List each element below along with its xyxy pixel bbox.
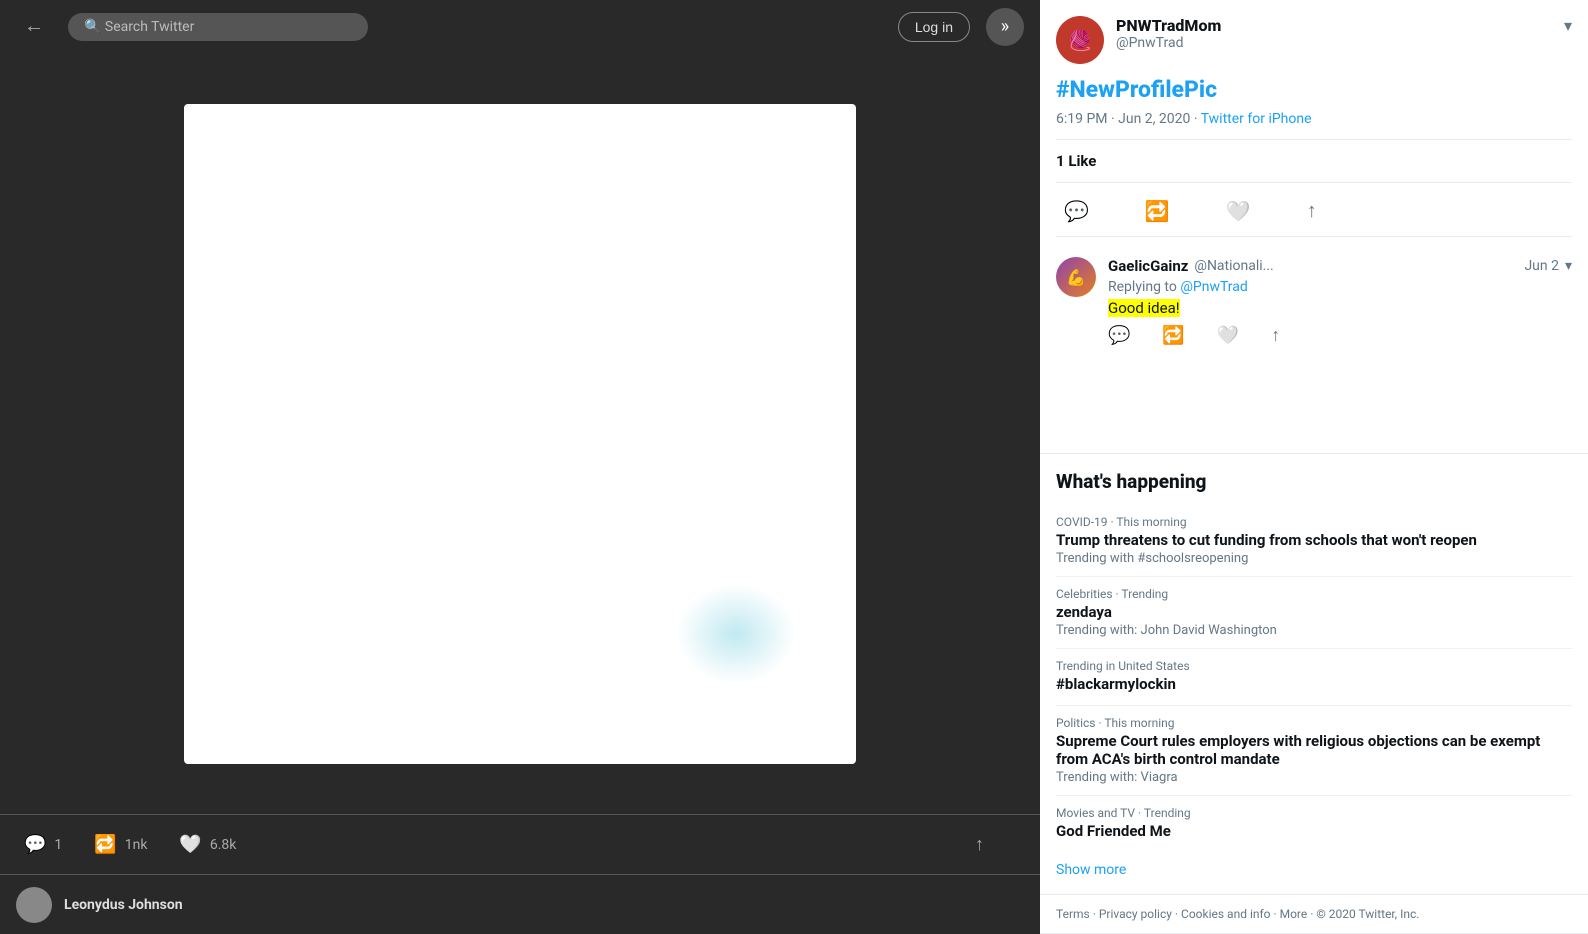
like-icon: 🤍 [1226, 199, 1251, 224]
trending-subtopic: Trending with: Viagra [1056, 770, 1572, 785]
tweet-hashtag: #NewProfilePic [1056, 76, 1572, 103]
show-more[interactable]: Show more [1056, 852, 1572, 878]
reply-to: Replying to @PnwTrad [1108, 279, 1572, 295]
tweet-action-buttons: 💬 🔁 🤍 ↑ [1056, 187, 1572, 237]
reply-action-group[interactable]: 💬 1 [24, 834, 62, 855]
reply-date: Jun 2 [1524, 258, 1559, 274]
retweet-count: 1nk [125, 837, 148, 853]
trending-item[interactable]: COVID-19 · This morning Trump threatens t… [1056, 505, 1572, 577]
like-count-number: 1 [1056, 152, 1065, 170]
like-action-group[interactable]: 🤍 6.8k [179, 834, 236, 855]
tweet-username[interactable]: @PnwTrad [1116, 35, 1564, 51]
trending-item[interactable]: Celebrities · Trending zendaya Trending wi… [1056, 577, 1572, 649]
search-icon: 🔍 [84, 19, 101, 35]
tweet-image [184, 104, 856, 764]
reply-section: 💪 GaelicGainz @Nationali... Jun 2 ▾ Repl… [1056, 237, 1572, 366]
tweet-meta: 6:19 PM · Jun 2, 2020 · Twitter for iPho… [1056, 111, 1572, 127]
trending-topic: Supreme Court rules employers with relig… [1056, 732, 1572, 768]
trending-category: COVID-19 · This morning [1056, 515, 1572, 529]
like-count-label: Like [1068, 152, 1096, 170]
more-button[interactable]: » [986, 8, 1024, 46]
trending-item[interactable]: Politics · This morning Supreme Court rul… [1056, 706, 1572, 796]
reply-author-name[interactable]: GaelicGainz [1108, 257, 1188, 275]
footer-text: Terms · Privacy policy · Cookies and inf… [1056, 907, 1419, 921]
bottom-tweet-avatar [16, 887, 52, 923]
reply-like-button[interactable]: 🤍 [1217, 325, 1239, 346]
image-container [0, 53, 1040, 814]
tweet-stats: 1 Like [1056, 139, 1572, 183]
trending-subtopic: Trending with: John David Washington [1056, 623, 1572, 638]
footer-links: Terms · Privacy policy · Cookies and inf… [1040, 895, 1588, 934]
bottom-action-bar: 💬 1 🔁 1nk 🤍 6.8k ↑ [0, 814, 1040, 874]
trending-topic: zendaya [1056, 603, 1572, 621]
reply-to-link[interactable]: @PnwTrad [1180, 279, 1247, 295]
tweet-author-avatar: 🧶 [1056, 16, 1104, 64]
reply-action-buttons: 💬 🔁 🤍 ↑ [1108, 325, 1572, 346]
bottom-tweet: Leonydus Johnson [0, 874, 1040, 934]
trending-item[interactable]: Movies and TV · Trending God Friended Me [1056, 796, 1572, 852]
reply-button[interactable]: 💬 [1056, 191, 1097, 232]
content-area [0, 53, 1040, 814]
like-icon: 🤍 [179, 834, 201, 855]
reply-content: GaelicGainz @Nationali... Jun 2 ▾ Replyi… [1108, 257, 1572, 346]
reply-text-highlight: Good idea! [1108, 299, 1180, 317]
share-icon: ↑ [975, 834, 984, 855]
trending-category: Celebrities · Trending [1056, 587, 1572, 601]
retweet-action-group[interactable]: 🔁 1nk [94, 834, 147, 855]
image-glow [676, 584, 796, 684]
reply-avatar: 💪 [1056, 257, 1096, 297]
like-button[interactable]: 🤍 [1218, 191, 1259, 232]
trending-category: Trending in United States [1056, 659, 1572, 673]
trending-item[interactable]: Trending in United States #blackarmylocki… [1056, 649, 1572, 706]
reply-author-username[interactable]: @Nationali... [1194, 258, 1273, 274]
reply-icon: 💬 [1064, 199, 1089, 224]
tweet-detail: 🧶 PNWTradMom @PnwTrad ▾ #NewProfilePic 6… [1040, 0, 1588, 453]
reply-chevron-icon[interactable]: ▾ [1565, 258, 1572, 274]
trending-title: What's happening [1056, 470, 1572, 493]
trending-topic: God Friended Me [1056, 822, 1572, 840]
trending-topic: Trump threatens to cut funding from scho… [1056, 531, 1572, 549]
reply-retweet-button[interactable]: 🔁 [1162, 325, 1184, 346]
avatar-image: 🧶 [1068, 28, 1093, 52]
tweet-display-name[interactable]: PNWTradMom [1116, 16, 1564, 35]
retweet-button[interactable]: 🔁 [1137, 191, 1178, 232]
tweet-via-separator: · [1194, 111, 1201, 127]
left-panel: ← 🔍 Search Twitter Log in » 💬 1 🔁 1nk 🤍 … [0, 0, 1040, 934]
reply-avatar-image: 💪 [1066, 268, 1086, 287]
reply-item: 💪 GaelicGainz @Nationali... Jun 2 ▾ Repl… [1056, 249, 1572, 354]
trending-topic: #blackarmylockin [1056, 675, 1572, 693]
trending-subtopic: Trending with #schoolsreopening [1056, 551, 1572, 566]
trending-category: Movies and TV · Trending [1056, 806, 1572, 820]
like-count: 6.8k [210, 837, 237, 853]
trending-items-container: COVID-19 · This morning Trump threatens t… [1056, 505, 1572, 852]
reply-share-button[interactable]: ↑ [1271, 325, 1280, 346]
share-icon: ↑ [1307, 200, 1317, 223]
reply-reply-button[interactable]: 💬 [1108, 325, 1130, 346]
share-action-group[interactable]: ↑ [975, 834, 984, 855]
reply-text: Good idea! [1108, 299, 1572, 317]
tweet-header: 🧶 PNWTradMom @PnwTrad ▾ [1056, 16, 1572, 64]
trending-section: What's happening COVID-19 · This morning… [1040, 454, 1588, 895]
retweet-icon: 🔁 [94, 834, 116, 855]
reply-count: 1 [54, 837, 62, 853]
bottom-tweet-author: Leonydus Johnson [64, 897, 183, 913]
tweet-user-info: PNWTradMom @PnwTrad [1116, 16, 1564, 51]
share-button[interactable]: ↑ [1299, 192, 1325, 231]
tweet-timestamp: 6:19 PM · Jun 2, 2020 [1056, 111, 1190, 127]
right-panel: 🧶 PNWTradMom @PnwTrad ▾ #NewProfilePic 6… [1040, 0, 1588, 934]
search-box[interactable]: 🔍 Search Twitter [68, 13, 368, 41]
login-button[interactable]: Log in [898, 12, 970, 42]
tweet-via-link[interactable]: Twitter for iPhone [1201, 111, 1312, 127]
back-button[interactable]: ← [16, 7, 52, 46]
reply-header: GaelicGainz @Nationali... Jun 2 ▾ [1108, 257, 1572, 275]
retweet-icon: 🔁 [1145, 199, 1170, 224]
trending-category: Politics · This morning [1056, 716, 1572, 730]
chevron-down-icon[interactable]: ▾ [1564, 16, 1572, 35]
reply-icon: 💬 [24, 834, 46, 855]
search-placeholder: Search Twitter [105, 19, 194, 35]
top-bar: ← 🔍 Search Twitter Log in » [0, 0, 1040, 53]
